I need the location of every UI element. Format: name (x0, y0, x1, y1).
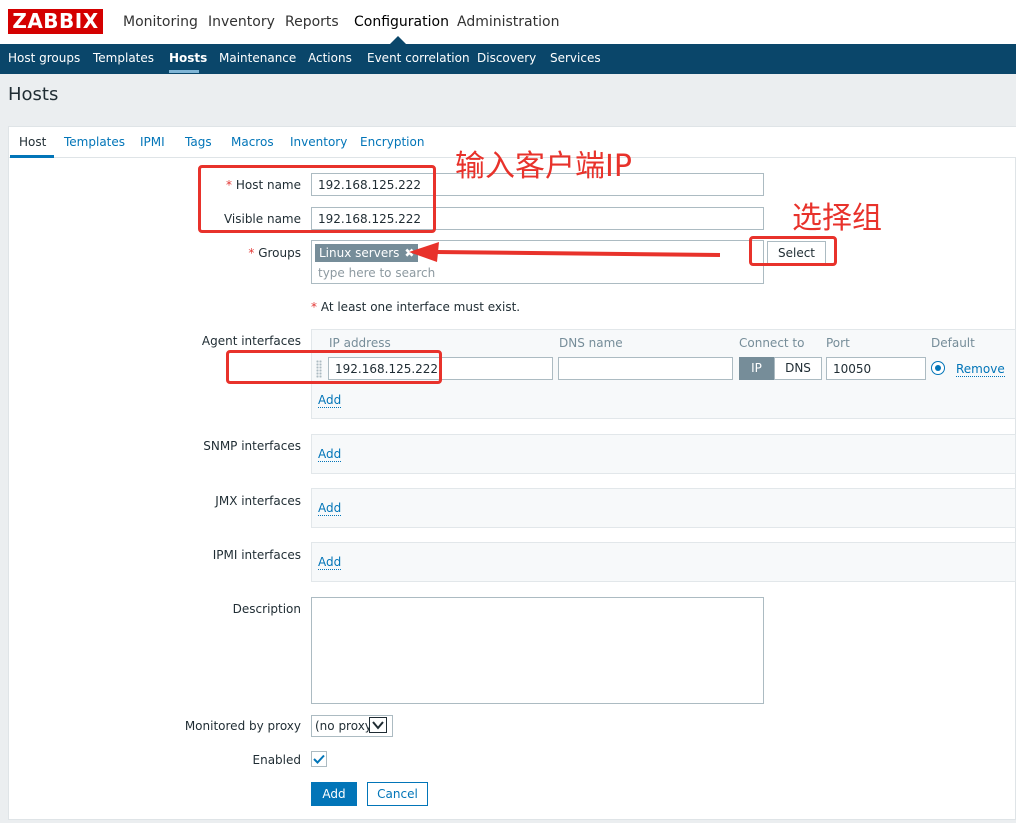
connect-to-dns-toggle[interactable]: DNS (774, 357, 822, 380)
agent-interfaces-label: Agent interfaces (201, 334, 301, 348)
group-chip-linux-servers: Linux servers ✖ (315, 244, 419, 262)
nav-reports[interactable]: Reports (285, 0, 339, 44)
zabbix-logo[interactable]: ZABBIX (8, 9, 103, 34)
add-button[interactable]: Add (311, 782, 357, 806)
required-marker: * (248, 246, 255, 260)
subnav-templates[interactable]: Templates (93, 44, 154, 74)
add-agent-interface-link[interactable]: Add (318, 393, 342, 408)
col-default: Default (931, 336, 975, 350)
snmp-interfaces-block (311, 434, 1016, 474)
required-marker: * (311, 300, 317, 314)
annotation-box-ip (226, 350, 442, 384)
tab-host[interactable]: Host (19, 127, 46, 157)
ipmi-interfaces-label: IPMI interfaces (212, 548, 301, 562)
tab-inventory[interactable]: Inventory (290, 127, 347, 157)
add-jmx-interface-link[interactable]: Add (318, 501, 342, 516)
col-ip-address: IP address (329, 336, 391, 350)
enabled-label: Enabled (252, 753, 302, 767)
col-port: Port (826, 336, 850, 350)
radio-selected-dot (935, 365, 941, 371)
connect-to-ip-toggle[interactable]: IP (739, 357, 774, 380)
tab-encryption[interactable]: Encryption (360, 127, 424, 157)
agent-port-input[interactable] (826, 357, 926, 380)
active-tab-underline (10, 155, 54, 158)
agent-dns-input[interactable] (558, 357, 733, 380)
ipmi-interfaces-block (311, 542, 1016, 582)
interface-notice: * At least one interface must exist. (311, 300, 521, 314)
description-label: Description (232, 602, 301, 616)
nav-inventory[interactable]: Inventory (208, 0, 275, 44)
proxy-label: Monitored by proxy (184, 719, 301, 733)
annotation-select-group: 选择组 (792, 201, 882, 236)
jmx-interfaces-label: JMX interfaces (215, 494, 301, 508)
groups-search-placeholder[interactable]: type here to search (318, 266, 435, 280)
annotation-box-host-names (198, 165, 436, 233)
annotation-client-ip: 输入客户端IP (455, 149, 632, 184)
annotation-arrow-icon (409, 242, 721, 262)
description-textarea[interactable] (311, 597, 764, 704)
checkmark-icon (313, 754, 325, 764)
add-snmp-interface-link[interactable]: Add (318, 447, 342, 462)
tab-ipmi[interactable]: IPMI (140, 127, 165, 157)
subnav-discovery[interactable]: Discovery (477, 44, 536, 74)
chevron-down-icon[interactable] (369, 717, 387, 733)
remove-interface-link[interactable]: Remove (956, 362, 1005, 377)
enabled-checkbox[interactable] (311, 751, 327, 767)
subnav-services[interactable]: Services (550, 44, 601, 74)
add-ipmi-interface-link[interactable]: Add (318, 555, 342, 570)
subnav-actions[interactable]: Actions (308, 44, 352, 74)
tab-macros[interactable]: Macros (231, 127, 274, 157)
col-connect-to: Connect to (739, 336, 805, 350)
subnav-host-groups[interactable]: Host groups (8, 44, 80, 74)
subnav-maintenance[interactable]: Maintenance (219, 44, 296, 74)
nav-administration[interactable]: Administration (457, 0, 559, 44)
col-dns-name: DNS name (559, 336, 623, 350)
tab-templates[interactable]: Templates (64, 127, 125, 157)
subnav-event-correlation[interactable]: Event correlation (367, 44, 470, 74)
nav-monitoring[interactable]: Monitoring (123, 0, 198, 44)
tab-tags[interactable]: Tags (185, 127, 212, 157)
jmx-interfaces-block (311, 488, 1016, 528)
snmp-interfaces-label: SNMP interfaces (203, 439, 301, 453)
active-subnav-underline (169, 70, 199, 73)
annotation-box-select (749, 236, 837, 266)
active-nav-caret (390, 36, 406, 44)
groups-label: * Groups (248, 246, 301, 260)
page-title: Hosts (8, 84, 59, 105)
cancel-button[interactable]: Cancel (367, 782, 428, 806)
